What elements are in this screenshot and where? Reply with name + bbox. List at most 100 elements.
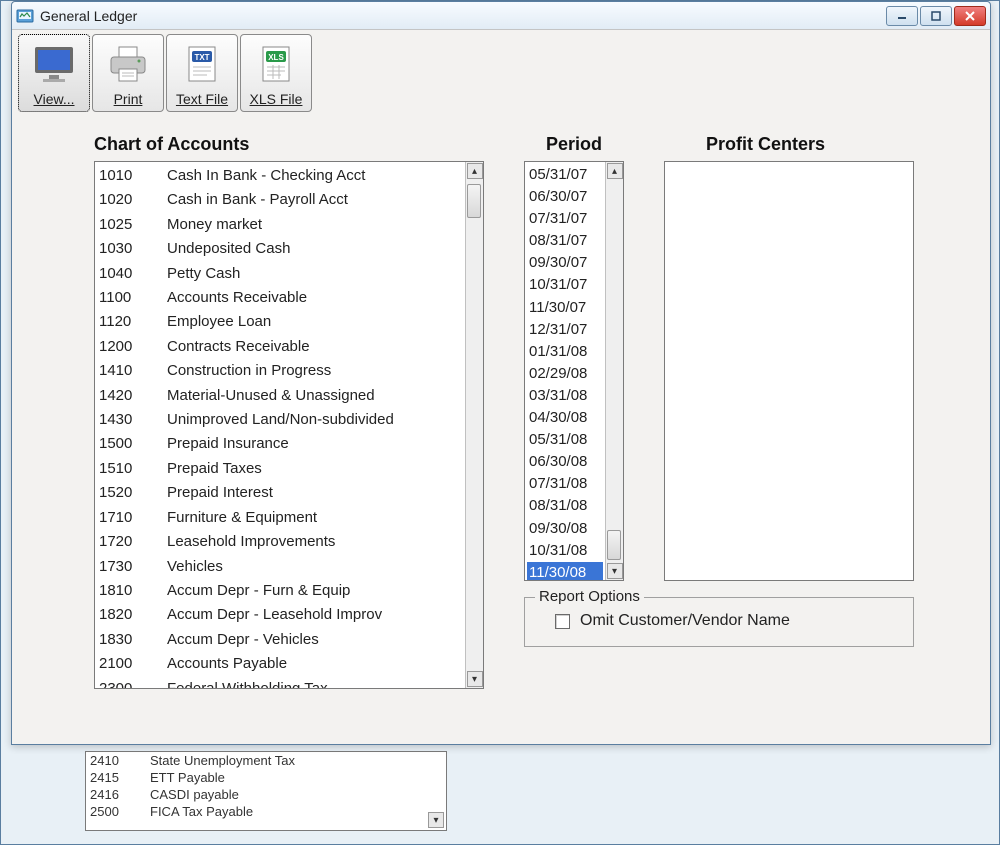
view-button[interactable]: View...	[18, 34, 90, 112]
account-row[interactable]: 1010Cash In Bank - Checking Acct	[97, 164, 463, 188]
period-listbox[interactable]: 05/31/0706/30/0707/31/0708/31/0709/30/07…	[524, 161, 624, 581]
scroll-thumb[interactable]	[467, 184, 481, 218]
account-name: Money market	[167, 214, 461, 236]
account-code: 1510	[99, 458, 167, 480]
scroll-down-icon[interactable]: ▾	[428, 812, 444, 828]
account-name: Cash in Bank - Payroll Acct	[167, 189, 461, 211]
period-row[interactable]: 05/31/07	[527, 164, 603, 186]
account-name: CASDI payable	[150, 787, 239, 802]
minimize-button[interactable]	[886, 6, 918, 26]
scroll-thumb[interactable]	[607, 530, 621, 560]
account-row[interactable]: 1520Prepaid Interest	[97, 481, 463, 505]
toolbar: View... Print	[12, 30, 990, 116]
account-row[interactable]: 2100Accounts Payable	[97, 652, 463, 676]
account-name: FICA Tax Payable	[150, 804, 253, 819]
account-name: Employee Loan	[167, 311, 461, 333]
period-row[interactable]: 10/31/08	[527, 540, 603, 562]
account-code: 1720	[99, 531, 167, 553]
account-row[interactable]: 1430Unimproved Land/Non-subdivided	[97, 408, 463, 432]
scroll-up-icon[interactable]: ▴	[607, 163, 623, 179]
account-code: 1120	[99, 311, 167, 333]
account-row[interactable]: 2500FICA Tax Payable	[86, 803, 446, 820]
account-row[interactable]: 1025Money market	[97, 213, 463, 237]
account-row[interactable]: 1020Cash in Bank - Payroll Acct	[97, 188, 463, 212]
maximize-button[interactable]	[920, 6, 952, 26]
account-row[interactable]: 1200Contracts Receivable	[97, 335, 463, 359]
account-code: 1025	[99, 214, 167, 236]
period-row[interactable]: 06/30/07	[527, 186, 603, 208]
account-row[interactable]: 1410Construction in Progress	[97, 359, 463, 383]
txt-file-icon: TXT	[169, 39, 235, 91]
period-row[interactable]: 03/31/08	[527, 385, 603, 407]
period-row[interactable]: 07/31/08	[527, 473, 603, 495]
account-row[interactable]: 1510Prepaid Taxes	[97, 457, 463, 481]
account-name: Accum Depr - Leasehold Improv	[167, 604, 461, 626]
window-title: General Ledger	[40, 8, 886, 24]
period-row[interactable]: 12/31/07	[527, 319, 603, 341]
account-name: Prepaid Interest	[167, 482, 461, 504]
account-row[interactable]: 1120Employee Loan	[97, 310, 463, 334]
account-row[interactable]: 2416CASDI payable	[86, 786, 446, 803]
account-row[interactable]: 1810Accum Depr - Furn & Equip	[97, 579, 463, 603]
account-name: Accum Depr - Vehicles	[167, 629, 461, 651]
account-code: 1420	[99, 385, 167, 407]
text-file-button[interactable]: TXT Text File	[166, 34, 238, 112]
profit-centers-header: Profit Centers	[706, 134, 966, 155]
period-row[interactable]: 05/31/08	[527, 429, 603, 451]
account-code: 1030	[99, 238, 167, 260]
account-row[interactable]: 1820Accum Depr - Leasehold Improv	[97, 603, 463, 627]
profit-centers-listbox[interactable]	[664, 161, 914, 581]
account-name: Unimproved Land/Non-subdivided	[167, 409, 461, 431]
period-row[interactable]: 06/30/08	[527, 451, 603, 473]
account-row[interactable]: 1720Leasehold Improvements	[97, 530, 463, 554]
scroll-down-icon[interactable]: ▾	[607, 563, 623, 579]
account-row[interactable]: 2415ETT Payable	[86, 769, 446, 786]
account-name: Accounts Payable	[167, 653, 461, 675]
account-name: Prepaid Taxes	[167, 458, 461, 480]
account-row[interactable]: 1420Material-Unused & Unassigned	[97, 384, 463, 408]
period-row[interactable]: 10/31/07	[527, 274, 603, 296]
account-row[interactable]: 1730Vehicles	[97, 555, 463, 579]
period-row[interactable]: 01/31/08	[527, 341, 603, 363]
close-button[interactable]	[954, 6, 986, 26]
scroll-up-icon[interactable]: ▴	[467, 163, 483, 179]
account-row[interactable]: 1040Petty Cash	[97, 262, 463, 286]
accounts-scrollbar[interactable]: ▴ ▾	[465, 162, 483, 688]
app-icon	[16, 7, 34, 25]
period-row[interactable]: 11/30/08	[527, 562, 603, 580]
print-button[interactable]: Print	[92, 34, 164, 112]
period-scrollbar[interactable]: ▴ ▾	[605, 162, 623, 580]
account-code: 1730	[99, 556, 167, 578]
account-name: Petty Cash	[167, 263, 461, 285]
account-code: 1810	[99, 580, 167, 602]
scroll-down-icon[interactable]: ▾	[467, 671, 483, 687]
xls-file-label: XLS File	[250, 91, 303, 107]
account-row[interactable]: 2410State Unemployment Tax	[86, 752, 446, 769]
period-row[interactable]: 07/31/07	[527, 208, 603, 230]
omit-customer-vendor-checkbox[interactable]	[555, 614, 570, 629]
period-row[interactable]: 04/30/08	[527, 407, 603, 429]
period-row[interactable]: 02/29/08	[527, 363, 603, 385]
account-row[interactable]: 1710Furniture & Equipment	[97, 506, 463, 530]
account-name: Vehicles	[167, 556, 461, 578]
titlebar: General Ledger	[12, 2, 990, 30]
account-row[interactable]: 1500Prepaid Insurance	[97, 432, 463, 456]
account-name: Undeposited Cash	[167, 238, 461, 260]
xls-file-button[interactable]: XLS XLS File	[240, 34, 312, 112]
period-row[interactable]: 09/30/07	[527, 252, 603, 274]
period-row[interactable]: 08/31/07	[527, 230, 603, 252]
account-code: 1710	[99, 507, 167, 529]
account-name: Accum Depr - Furn & Equip	[167, 580, 461, 602]
period-row[interactable]: 08/31/08	[527, 495, 603, 517]
account-row[interactable]: 1030Undeposited Cash	[97, 237, 463, 261]
period-row[interactable]: 09/30/08	[527, 518, 603, 540]
account-name: State Unemployment Tax	[150, 753, 295, 768]
general-ledger-window: General Ledger	[11, 1, 991, 745]
period-row[interactable]: 11/30/07	[527, 297, 603, 319]
text-file-label: Text File	[176, 91, 228, 107]
accounts-listbox[interactable]: 1010Cash In Bank - Checking Acct1020Cash…	[94, 161, 484, 689]
account-row[interactable]: 1830Accum Depr - Vehicles	[97, 628, 463, 652]
account-code: 1520	[99, 482, 167, 504]
account-row[interactable]: 2300Federal Withholding Tax	[97, 677, 463, 688]
account-row[interactable]: 1100Accounts Receivable	[97, 286, 463, 310]
